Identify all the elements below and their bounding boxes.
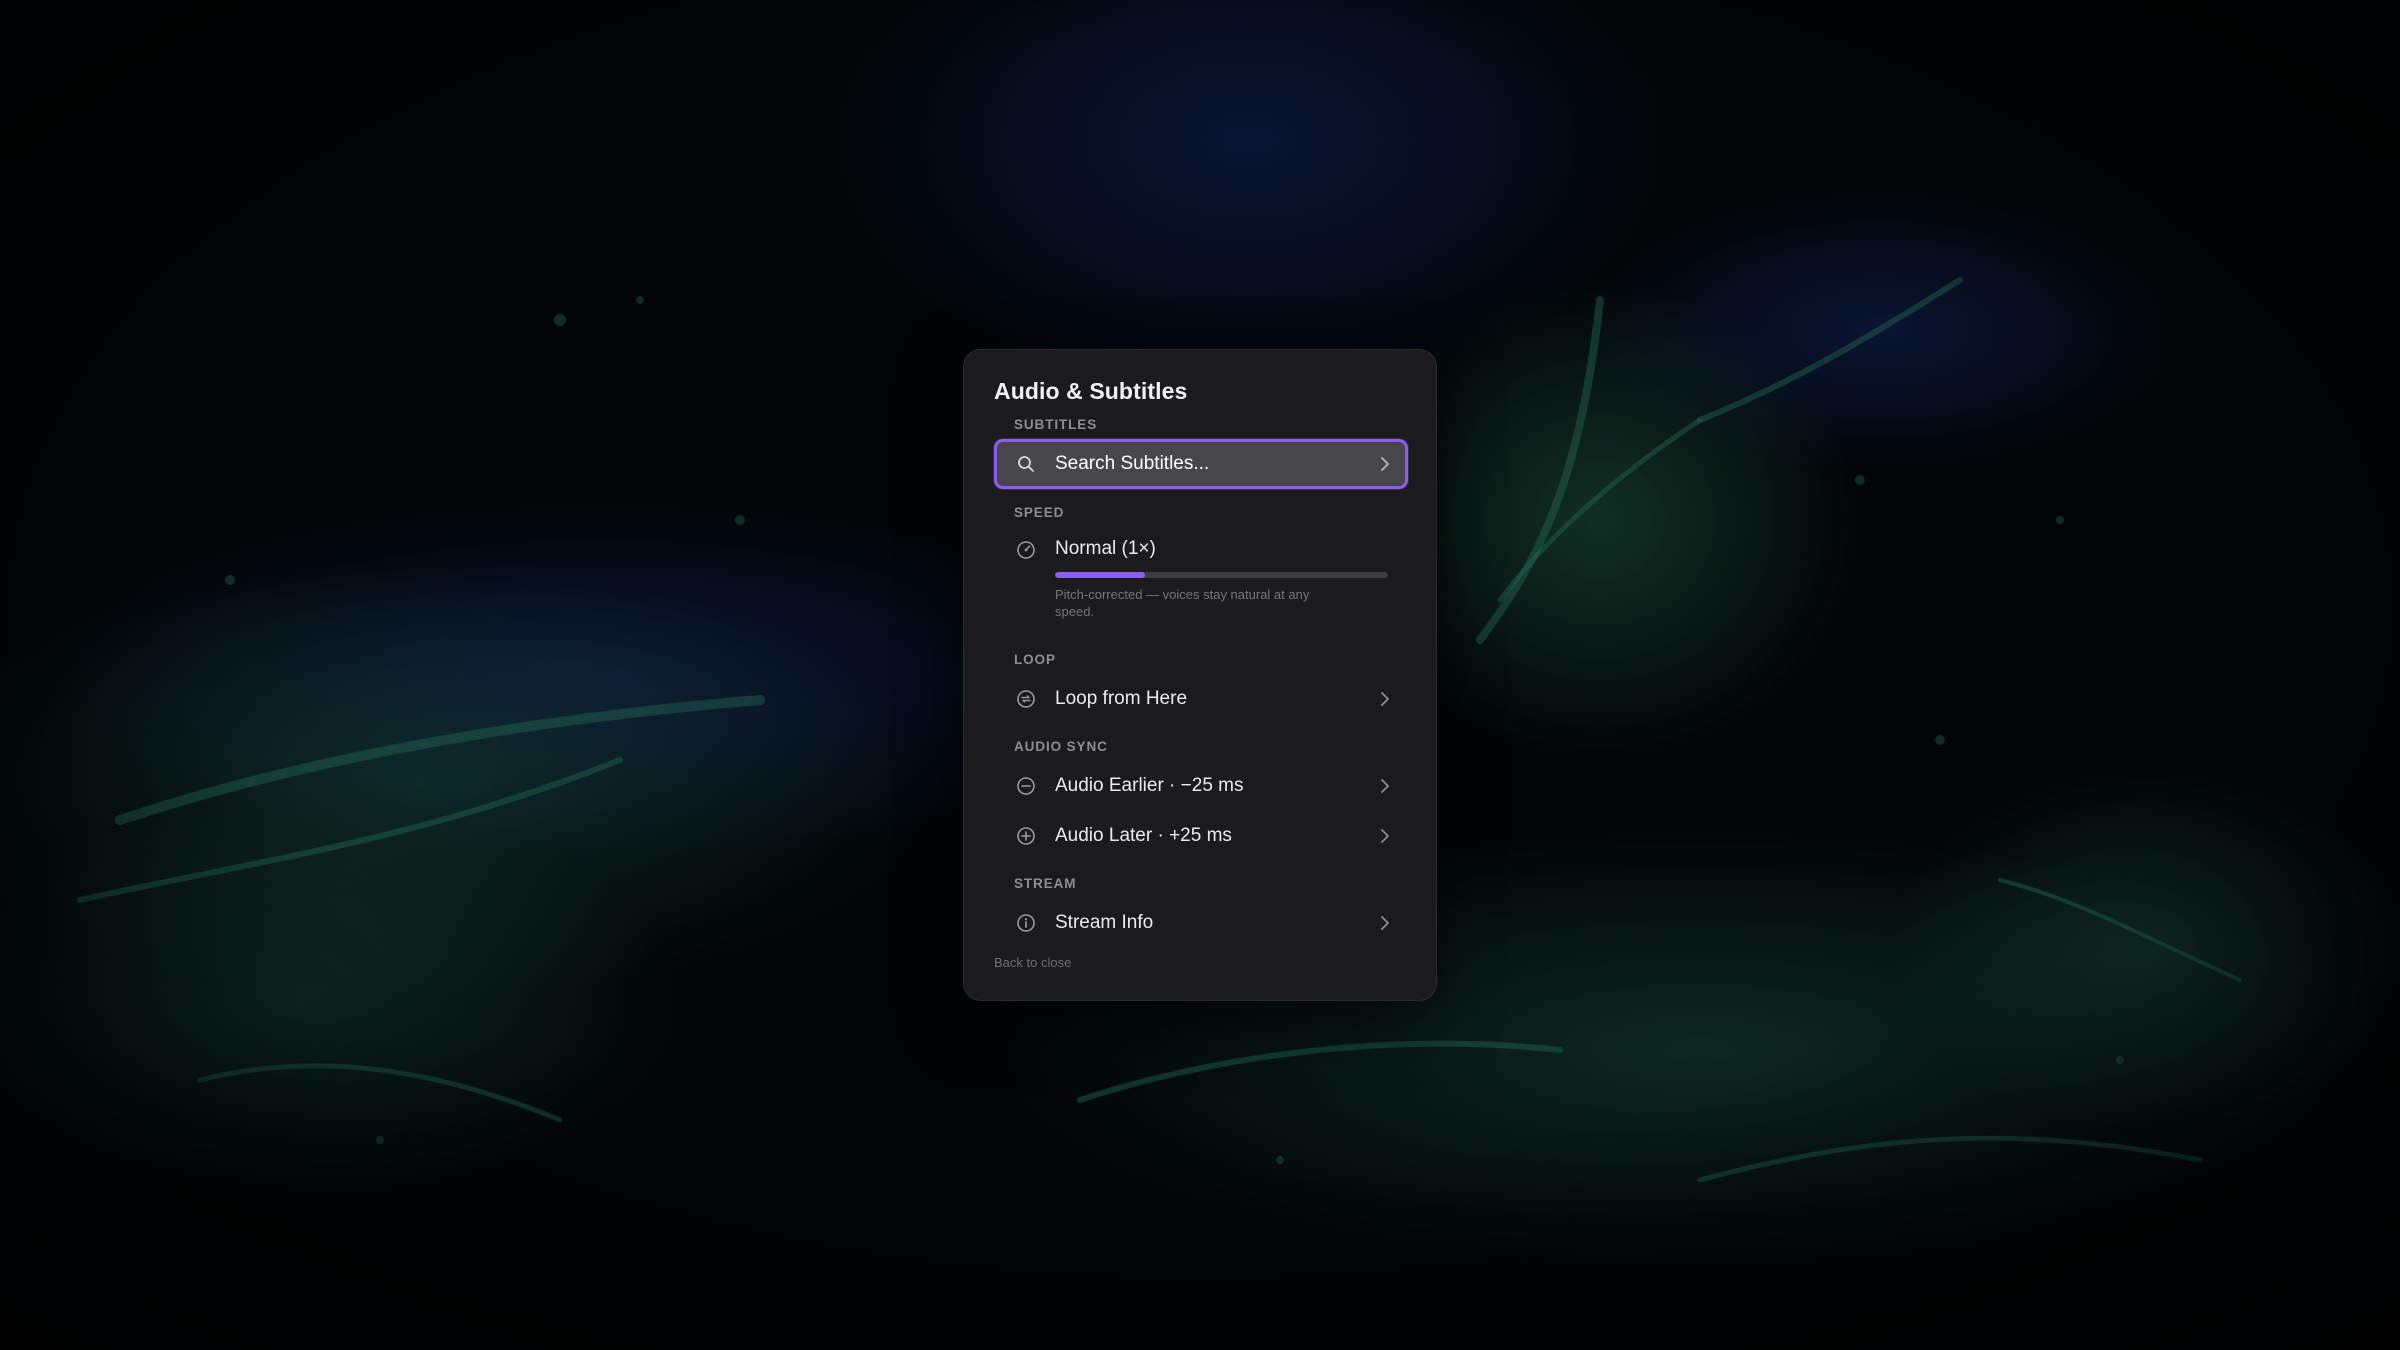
section-label-stream: STREAM: [1014, 876, 1077, 891]
plus-circle-icon: [1016, 826, 1036, 846]
speed-slider[interactable]: [1055, 572, 1388, 578]
search-subtitles-button[interactable]: Search Subtitles...: [994, 439, 1408, 489]
minus-circle-icon: [1016, 776, 1036, 796]
audio-later-button[interactable]: Audio Later · +25 ms: [994, 813, 1408, 859]
back-to-close-hint: Back to close: [994, 955, 1072, 970]
tv-screen: Audio & Subtitles SUBTITLES Search Subti…: [0, 0, 2400, 1350]
loop-from-here-label: Loop from Here: [1055, 688, 1188, 709]
stream-info-button[interactable]: Stream Info: [994, 900, 1408, 946]
audio-earlier-button[interactable]: Audio Earlier · −25 ms: [994, 763, 1408, 809]
panel-title: Audio & Subtitles: [994, 378, 1188, 404]
speed-value-label: Normal (1×): [1055, 538, 1156, 559]
chevron-right-icon: [1378, 916, 1392, 930]
search-subtitles-label: Search Subtitles...: [1055, 453, 1210, 474]
speedometer-icon: [1016, 540, 1036, 560]
search-icon: [1016, 454, 1036, 474]
loop-icon: [1016, 689, 1036, 709]
chevron-right-icon: [1378, 829, 1392, 843]
speed-slider-fill: [1055, 572, 1145, 578]
audio-earlier-label: Audio Earlier · −25 ms: [1055, 775, 1244, 796]
speed-note: Pitch-corrected — voices stay natural at…: [1055, 587, 1310, 619]
audio-subtitles-panel: Audio & Subtitles SUBTITLES Search Subti…: [963, 349, 1437, 1001]
chevron-right-icon: [1378, 692, 1392, 706]
audio-later-label: Audio Later · +25 ms: [1055, 825, 1232, 846]
loop-from-here-button[interactable]: Loop from Here: [994, 676, 1408, 722]
section-label-audio-sync: AUDIO SYNC: [1014, 739, 1108, 754]
section-label-speed: SPEED: [1014, 505, 1065, 520]
speed-control[interactable]: Normal (1×) Pitch-corrected — voices sta…: [994, 528, 1408, 633]
section-label-subtitles: SUBTITLES: [1014, 417, 1098, 432]
section-label-loop: LOOP: [1014, 652, 1056, 667]
stream-info-label: Stream Info: [1055, 912, 1154, 933]
info-icon: [1016, 913, 1036, 933]
chevron-right-icon: [1378, 779, 1392, 793]
chevron-right-icon: [1378, 457, 1392, 471]
